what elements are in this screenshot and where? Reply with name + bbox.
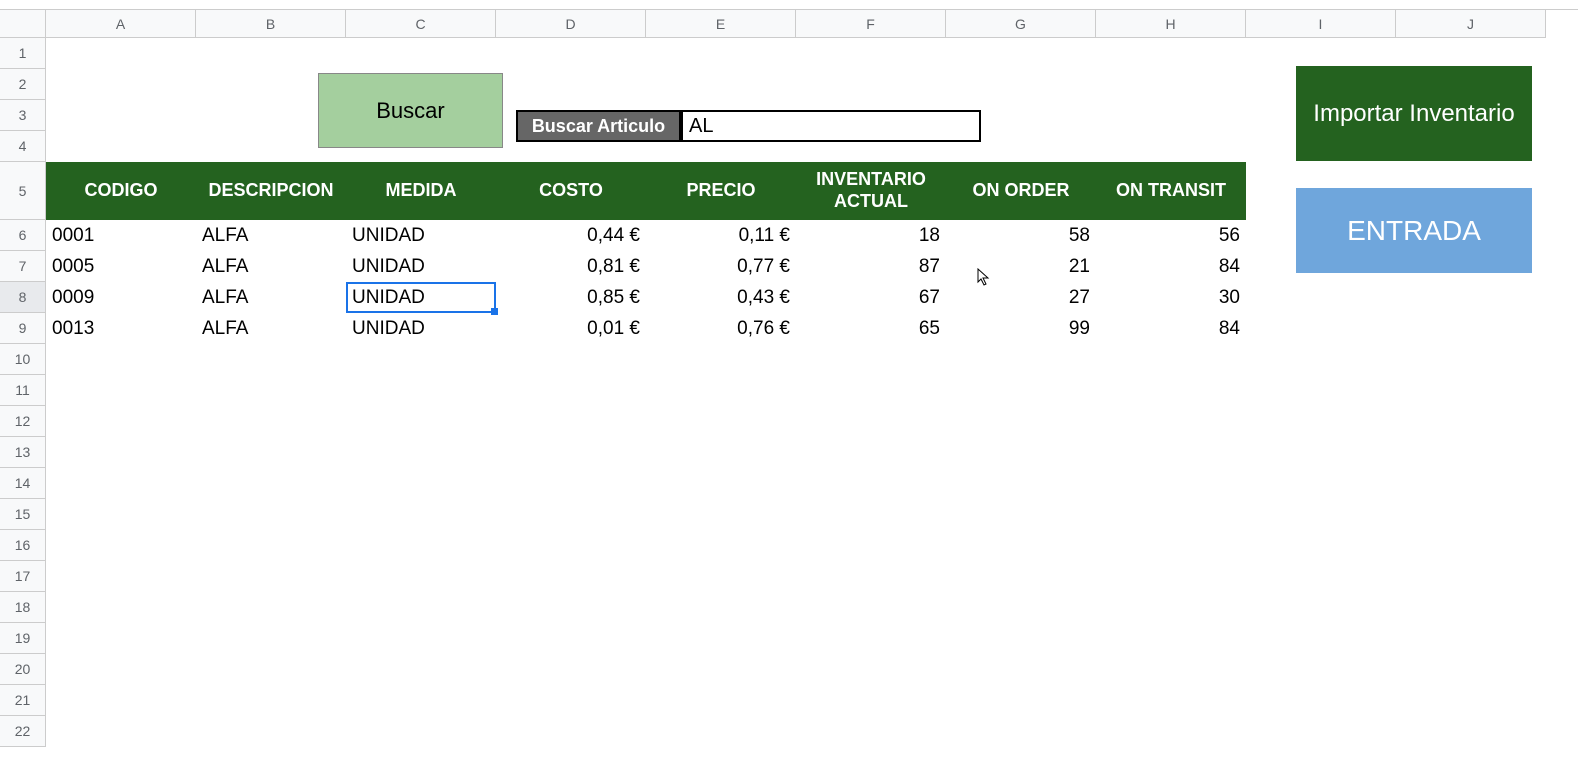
row-header-21[interactable]: 21 <box>0 685 45 716</box>
cell-inv[interactable]: 87 <box>796 251 946 282</box>
cell-onorder[interactable]: 99 <box>946 313 1096 344</box>
row-header-13[interactable]: 13 <box>0 437 45 468</box>
row-header-19[interactable]: 19 <box>0 623 45 654</box>
cell-inv[interactable]: 67 <box>796 282 946 313</box>
table-row: 0009ALFAUNIDAD0,85 €0,43 €672730 <box>46 282 1246 313</box>
cell-onorder[interactable]: 27 <box>946 282 1096 313</box>
column-header-J[interactable]: J <box>1396 10 1546 37</box>
formula-bar[interactable] <box>0 0 1578 10</box>
row-header-5[interactable]: 5 <box>0 162 45 220</box>
row-header-16[interactable]: 16 <box>0 530 45 561</box>
cell-medida[interactable]: UNIDAD <box>346 220 496 251</box>
cell-desc[interactable]: ALFA <box>196 220 346 251</box>
table-header-cell[interactable]: PRECIO <box>646 162 796 220</box>
cell-costo[interactable]: 0,44 € <box>496 220 646 251</box>
cell-onorder[interactable]: 58 <box>946 220 1096 251</box>
cell-ontransit[interactable]: 84 <box>1096 313 1246 344</box>
table-row: 0001ALFAUNIDAD0,44 €0,11 €185856 <box>46 220 1246 251</box>
cell-medida[interactable]: UNIDAD <box>346 282 496 313</box>
row-header-15[interactable]: 15 <box>0 499 45 530</box>
column-header-I[interactable]: I <box>1246 10 1396 37</box>
row-header-18[interactable]: 18 <box>0 592 45 623</box>
row-header-17[interactable]: 17 <box>0 561 45 592</box>
column-header-C[interactable]: C <box>346 10 496 37</box>
cell-costo[interactable]: 0,01 € <box>496 313 646 344</box>
cell-inv[interactable]: 18 <box>796 220 946 251</box>
entrada-button-label: ENTRADA <box>1347 215 1481 247</box>
importar-button-label: Importar Inventario <box>1313 98 1514 129</box>
cell-ontransit[interactable]: 30 <box>1096 282 1246 313</box>
row-headers: 12345678910111213141516171819202122 <box>0 38 46 747</box>
cell-desc[interactable]: ALFA <box>196 282 346 313</box>
column-header-G[interactable]: G <box>946 10 1096 37</box>
row-header-6[interactable]: 6 <box>0 220 45 251</box>
cell-ontransit[interactable]: 84 <box>1096 251 1246 282</box>
cell-precio[interactable]: 0,43 € <box>646 282 796 313</box>
cell-codigo[interactable]: 0013 <box>46 313 196 344</box>
cells-area[interactable]: Buscar Buscar Articulo AL Importar Inven… <box>46 38 1578 767</box>
column-header-A[interactable]: A <box>46 10 196 37</box>
column-headers: ABCDEFGHIJ <box>46 10 1546 38</box>
column-header-D[interactable]: D <box>496 10 646 37</box>
column-header-E[interactable]: E <box>646 10 796 37</box>
cell-codigo[interactable]: 0005 <box>46 251 196 282</box>
cell-codigo[interactable]: 0009 <box>46 282 196 313</box>
table-header-cell[interactable]: INVENTARIO ACTUAL <box>796 162 946 220</box>
row-header-22[interactable]: 22 <box>0 716 45 747</box>
row-header-4[interactable]: 4 <box>0 131 45 162</box>
row-header-20[interactable]: 20 <box>0 654 45 685</box>
table-header-cell[interactable]: COSTO <box>496 162 646 220</box>
cell-medida[interactable]: UNIDAD <box>346 251 496 282</box>
row-header-3[interactable]: 3 <box>0 100 45 131</box>
table-row: 0005ALFAUNIDAD0,81 €0,77 €872184 <box>46 251 1246 282</box>
cell-codigo[interactable]: 0001 <box>46 220 196 251</box>
cell-costo[interactable]: 0,85 € <box>496 282 646 313</box>
table-header-row: CODIGODESCRIPCIONMEDIDACOSTOPRECIOINVENT… <box>46 162 1246 220</box>
search-label: Buscar Articulo <box>516 110 681 142</box>
row-header-2[interactable]: 2 <box>0 69 45 100</box>
spreadsheet-grid: ABCDEFGHIJ 12345678910111213141516171819… <box>0 10 1578 767</box>
table-header-cell[interactable]: ON TRANSIT <box>1096 162 1246 220</box>
buscar-button-label: Buscar <box>376 98 444 124</box>
search-input[interactable]: AL <box>681 110 981 142</box>
search-input-value: AL <box>689 115 713 138</box>
table-header-cell[interactable]: MEDIDA <box>346 162 496 220</box>
buscar-button[interactable]: Buscar <box>318 73 503 148</box>
cell-precio[interactable]: 0,77 € <box>646 251 796 282</box>
row-header-9[interactable]: 9 <box>0 313 45 344</box>
row-header-10[interactable]: 10 <box>0 344 45 375</box>
data-rows: 0001ALFAUNIDAD0,44 €0,11 €1858560005ALFA… <box>46 220 1246 344</box>
table-header-cell[interactable]: DESCRIPCION <box>196 162 346 220</box>
importar-inventario-button[interactable]: Importar Inventario <box>1296 66 1532 161</box>
row-header-11[interactable]: 11 <box>0 375 45 406</box>
cell-costo[interactable]: 0,81 € <box>496 251 646 282</box>
cell-desc[interactable]: ALFA <box>196 313 346 344</box>
cell-medida[interactable]: UNIDAD <box>346 313 496 344</box>
cell-desc[interactable]: ALFA <box>196 251 346 282</box>
row-header-7[interactable]: 7 <box>0 251 45 282</box>
cell-inv[interactable]: 65 <box>796 313 946 344</box>
cell-precio[interactable]: 0,76 € <box>646 313 796 344</box>
cell-ontransit[interactable]: 56 <box>1096 220 1246 251</box>
select-all-corner[interactable] <box>0 10 46 38</box>
row-header-12[interactable]: 12 <box>0 406 45 437</box>
row-header-14[interactable]: 14 <box>0 468 45 499</box>
table-header-cell[interactable]: ON ORDER <box>946 162 1096 220</box>
row-header-8[interactable]: 8 <box>0 282 45 313</box>
row-header-1[interactable]: 1 <box>0 38 45 69</box>
column-header-F[interactable]: F <box>796 10 946 37</box>
table-row: 0013ALFAUNIDAD0,01 €0,76 €659984 <box>46 313 1246 344</box>
cell-precio[interactable]: 0,11 € <box>646 220 796 251</box>
column-header-H[interactable]: H <box>1096 10 1246 37</box>
entrada-button[interactable]: ENTRADA <box>1296 188 1532 273</box>
table-header-cell[interactable]: CODIGO <box>46 162 196 220</box>
column-header-B[interactable]: B <box>196 10 346 37</box>
cell-onorder[interactable]: 21 <box>946 251 1096 282</box>
